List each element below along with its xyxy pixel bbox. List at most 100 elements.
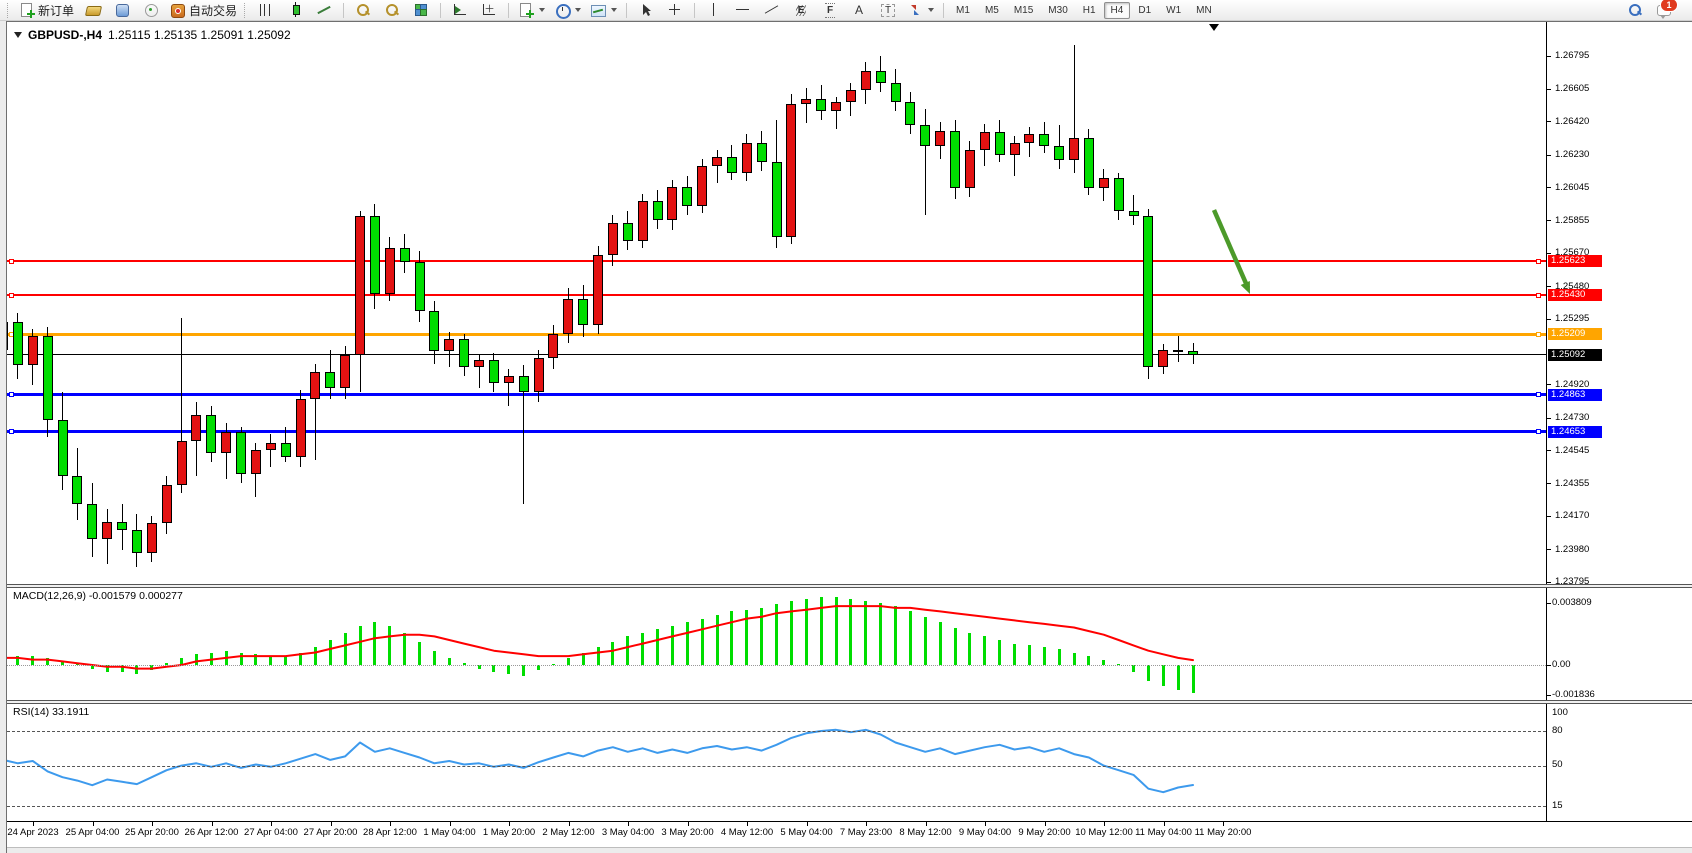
candle-wick — [538, 350, 539, 403]
time-tick — [509, 822, 510, 826]
crosshair-button[interactable] — [661, 0, 689, 20]
time-label: 5 May 04:00 — [780, 827, 832, 838]
time-label: 27 Apr 04:00 — [244, 827, 298, 838]
macd-histogram-bar — [626, 636, 629, 665]
green-arrow-annotation[interactable] — [1214, 210, 1248, 288]
search-button[interactable] — [1621, 0, 1649, 20]
collapse-triangle-icon[interactable] — [14, 32, 22, 38]
price-tick-label: 1.24545 — [1555, 445, 1589, 456]
macd-histogram-bar — [418, 642, 421, 665]
hline-marker[interactable] — [1536, 259, 1541, 264]
candle — [623, 223, 633, 241]
timeframe-m1[interactable]: M1 — [949, 2, 977, 19]
timeframe-m5[interactable]: M5 — [978, 2, 1006, 19]
candle — [816, 99, 826, 111]
macd-histogram-bar — [1177, 665, 1180, 690]
candle — [786, 104, 796, 237]
hline-marker[interactable] — [9, 332, 14, 337]
zoom-out-button[interactable] — [378, 0, 406, 20]
chart-shift-button[interactable] — [475, 0, 503, 20]
toolbar-separator — [943, 3, 944, 18]
trendline-button[interactable] — [758, 0, 786, 20]
macd-histogram-bar — [254, 654, 257, 665]
price-hline[interactable] — [7, 260, 1546, 262]
price-tick-label: 1.26605 — [1555, 83, 1589, 94]
periods-button[interactable] — [550, 0, 585, 20]
price-hline[interactable] — [7, 333, 1546, 336]
timeframe-m15[interactable]: M15 — [1007, 2, 1040, 19]
chart-top-border — [7, 21, 1692, 22]
main-macd-splitter[interactable] — [7, 584, 1692, 588]
timeframe-mn[interactable]: MN — [1189, 2, 1219, 19]
hline-marker[interactable] — [1536, 392, 1541, 397]
hline-marker[interactable] — [1536, 429, 1541, 434]
timeframe-h4[interactable]: H4 — [1104, 2, 1131, 19]
candlestick-chart-button[interactable] — [281, 0, 309, 20]
cursor-button[interactable] — [632, 0, 660, 20]
auto-scroll-button[interactable] — [446, 0, 474, 20]
macd-histogram-bar — [1192, 665, 1195, 693]
price-hline[interactable] — [7, 430, 1546, 433]
label-button[interactable]: T — [874, 0, 902, 20]
text-button[interactable]: A — [845, 0, 873, 20]
timeframe-d1[interactable]: D1 — [1131, 2, 1158, 19]
hline-price-badge: 1.24653 — [1548, 426, 1602, 438]
candle-wick — [449, 332, 450, 367]
hline-price-badge: 1.25430 — [1548, 289, 1602, 301]
chart-shift-marker[interactable] — [1209, 24, 1219, 31]
macd-histogram-bar — [76, 664, 79, 665]
timeframe-w1[interactable]: W1 — [1159, 2, 1188, 19]
bar-chart-button[interactable] — [252, 0, 280, 20]
candle-wick — [166, 476, 167, 534]
deposit-button[interactable] — [79, 0, 107, 20]
arrows-icon — [907, 2, 923, 18]
toolbar-separator — [694, 3, 695, 18]
autotrading-icon — [170, 2, 186, 18]
arrows-button[interactable] — [903, 0, 938, 20]
line-chart-icon — [316, 2, 332, 18]
zoom-in-button[interactable] — [349, 0, 377, 20]
macd-histogram-bar — [924, 617, 927, 665]
rsi-tick-label: 15 — [1552, 800, 1563, 811]
candle — [1084, 138, 1094, 189]
line-chart-button[interactable] — [310, 0, 338, 20]
signals-button[interactable] — [137, 0, 165, 20]
candle-wick — [255, 443, 256, 497]
tile-windows-button[interactable] — [407, 0, 435, 20]
price-hline[interactable] — [7, 393, 1546, 396]
hline-marker[interactable] — [9, 429, 14, 434]
hline-marker[interactable] — [1536, 332, 1541, 337]
toolbar-separator — [343, 3, 344, 18]
chat-button[interactable]: 1 — [1650, 0, 1678, 20]
macd-histogram-bar — [492, 665, 495, 672]
templates-button[interactable] — [586, 0, 621, 20]
profile-button[interactable] — [108, 0, 136, 20]
horizontal-line-button[interactable] — [729, 0, 757, 20]
candle-wick — [865, 62, 866, 104]
hline-marker[interactable] — [1536, 293, 1541, 298]
new-order-button[interactable]: 新订单 — [15, 0, 78, 20]
macd-histogram-bar — [225, 651, 228, 665]
timeframe-m30[interactable]: M30 — [1041, 2, 1074, 19]
time-tick — [866, 822, 867, 826]
macd-histogram-bar — [463, 663, 466, 665]
hline-marker[interactable] — [9, 392, 14, 397]
candle-wick — [925, 109, 926, 214]
hline-marker[interactable] — [9, 293, 14, 298]
candle — [801, 99, 811, 104]
hline-marker[interactable] — [9, 259, 14, 264]
channel-button[interactable]: E — [787, 0, 815, 20]
macd-rsi-splitter[interactable] — [7, 700, 1692, 704]
candle — [340, 355, 350, 388]
price-hline[interactable] — [7, 294, 1546, 296]
timeframe-h1[interactable]: H1 — [1076, 2, 1103, 19]
new-chart-button[interactable] — [514, 0, 549, 20]
ohlc-values: 1.25115 1.25135 1.25091 1.25092 — [108, 28, 291, 42]
macd-histogram-bar — [31, 656, 34, 665]
candle — [876, 71, 886, 83]
text-icon: A — [855, 3, 863, 17]
autotrading-button[interactable]: 自动交易 — [166, 0, 241, 20]
vertical-line-button[interactable] — [700, 0, 728, 20]
candle — [578, 299, 588, 325]
fibonacci-button[interactable]: F — [816, 0, 844, 20]
